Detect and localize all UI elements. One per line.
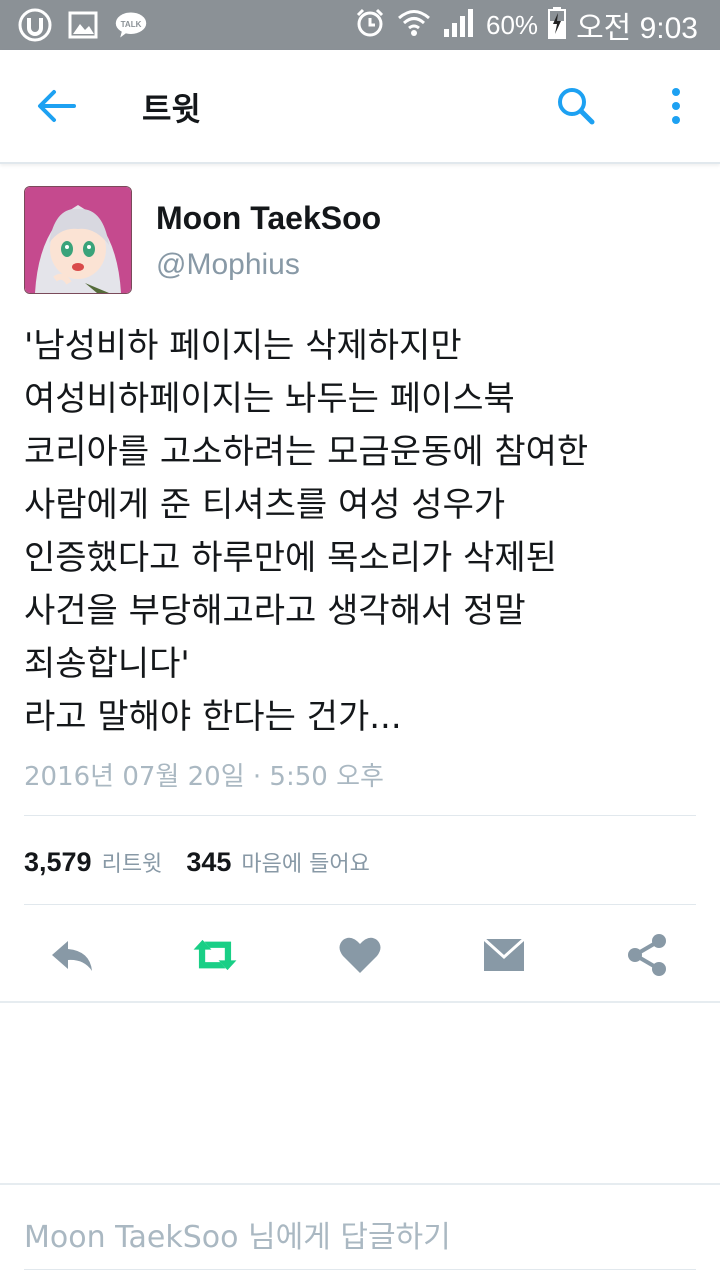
more-options-button[interactable] bbox=[664, 86, 688, 126]
tweet-line: '남성비하 페이지는 삭제하지만 bbox=[24, 326, 462, 366]
back-arrow-icon bbox=[38, 90, 76, 122]
tweet-line: 사람에게 준 티셔츠를 여성 성우가 bbox=[24, 485, 506, 525]
tweet-actions bbox=[0, 930, 720, 980]
direct-message-button[interactable] bbox=[479, 930, 529, 980]
like-label[interactable]: 마음에 들어요 bbox=[241, 846, 369, 878]
tweet-line: 여성비하페이지는 놔두는 페이스북 bbox=[24, 379, 515, 419]
status-bar: TALK 60% 오전 9:03 bbox=[0, 0, 720, 50]
svg-text:TALK: TALK bbox=[121, 20, 142, 29]
share-button[interactable] bbox=[622, 930, 672, 980]
author-handle[interactable]: @Mophius bbox=[156, 248, 300, 282]
search-button[interactable] bbox=[554, 84, 598, 128]
battery-charging-icon bbox=[548, 7, 567, 43]
avatar[interactable] bbox=[24, 186, 132, 294]
retweet-count[interactable]: 3,579 bbox=[24, 847, 92, 878]
heart-icon bbox=[339, 937, 381, 973]
divider bbox=[0, 1183, 720, 1185]
wifi-icon bbox=[396, 7, 432, 43]
page-title: 트윗 bbox=[142, 90, 201, 128]
divider bbox=[24, 815, 696, 816]
envelope-icon bbox=[482, 937, 526, 971]
avatar-image bbox=[25, 187, 131, 293]
u-plus-icon bbox=[18, 8, 52, 42]
kakaotalk-icon: TALK bbox=[114, 8, 148, 42]
retweet-button[interactable] bbox=[190, 930, 240, 980]
battery-percent: 60% bbox=[486, 9, 539, 40]
search-icon bbox=[558, 88, 595, 125]
image-icon bbox=[66, 8, 100, 42]
app-bar: 트윗 bbox=[0, 50, 720, 164]
like-button[interactable] bbox=[335, 930, 385, 980]
reply-icon bbox=[52, 941, 92, 971]
tweet-line: 라고 말해야 한다는 건가... bbox=[24, 697, 402, 737]
retweet-label[interactable]: 리트윗 bbox=[102, 846, 163, 878]
alarm-icon bbox=[354, 7, 386, 43]
tweet-line: 죄송합니다' bbox=[24, 644, 190, 684]
reply-button[interactable] bbox=[47, 930, 97, 980]
reply-input[interactable]: Moon TaekSoo 님에게 답글하기 bbox=[24, 1212, 451, 1256]
back-button[interactable] bbox=[34, 86, 78, 126]
tweet-line: 코리아를 고소하려는 모금운동에 참여한 bbox=[24, 432, 589, 472]
tweet-text: '남성비하 페이지는 삭제하지만 여성비하페이지는 놔두는 페이스북 코리아를 … bbox=[24, 320, 704, 744]
signal-icon bbox=[442, 7, 476, 43]
tweet-stats: 3,579 리트윗 345 마음에 들어요 bbox=[24, 846, 394, 878]
tweet-line: 인증했다고 하루만에 목소리가 삭제된 bbox=[24, 538, 557, 578]
status-right: 60% 오전 9:03 bbox=[354, 6, 698, 45]
divider bbox=[24, 904, 696, 905]
share-icon bbox=[628, 934, 666, 976]
divider bbox=[24, 1269, 696, 1270]
tweet-line: 사건을 부당해고라고 생각해서 정말 bbox=[24, 591, 526, 631]
tweet-timestamp: 2016년 07월 20일 · 5:50 오후 bbox=[24, 762, 384, 792]
divider bbox=[0, 1001, 720, 1003]
overflow-menu-icon bbox=[672, 88, 680, 124]
clock: 오전 9:03 bbox=[576, 12, 698, 45]
status-left-icons: TALK bbox=[18, 8, 148, 42]
retweet-icon bbox=[193, 939, 237, 971]
author-name[interactable]: Moon TaekSoo bbox=[156, 200, 381, 237]
like-count[interactable]: 345 bbox=[186, 847, 231, 878]
